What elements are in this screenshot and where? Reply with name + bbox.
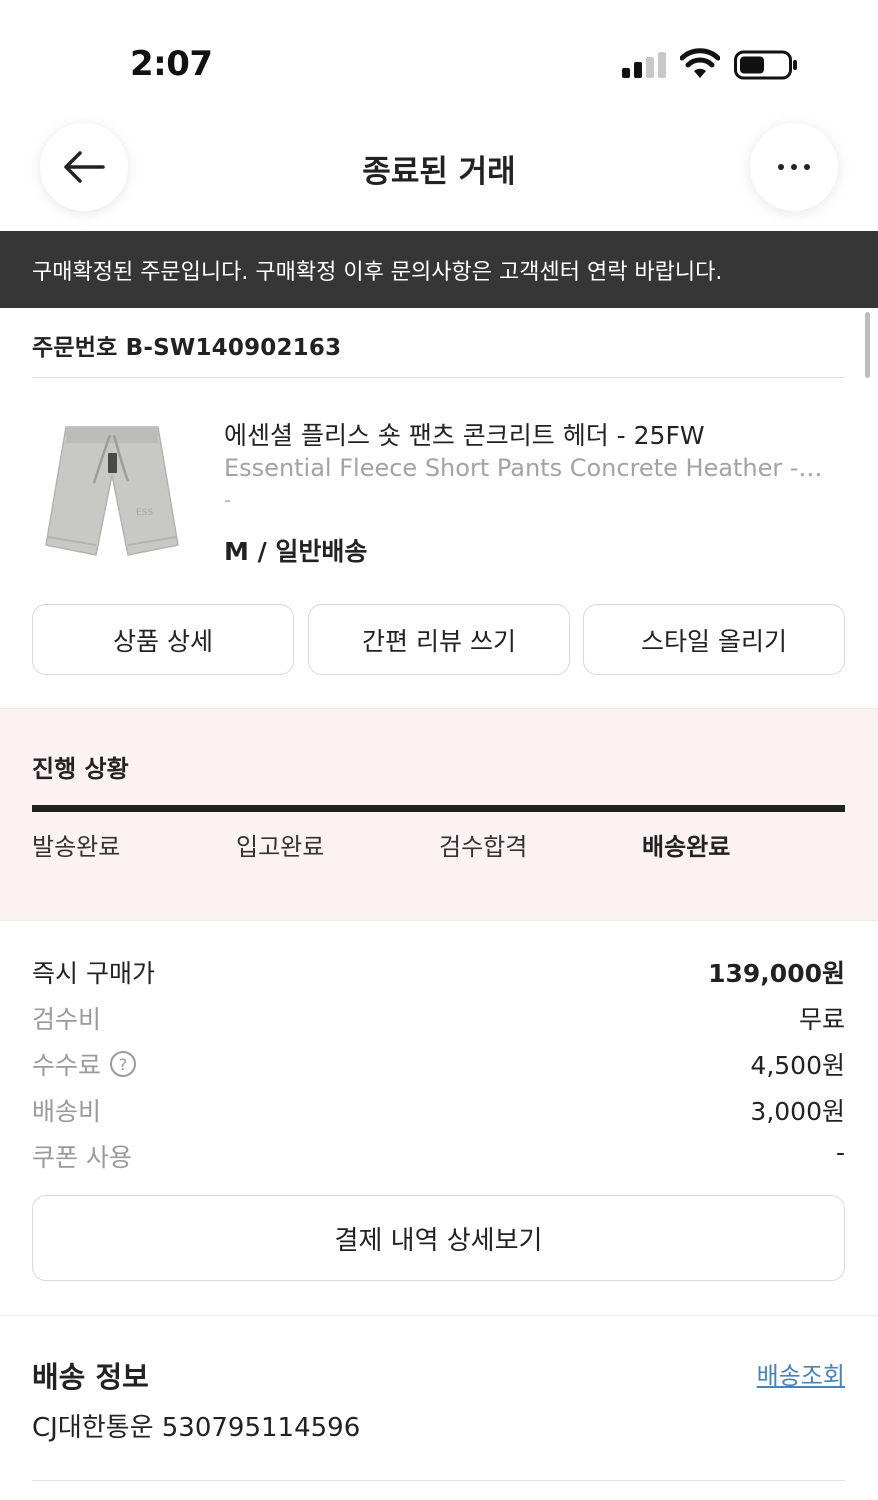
price-value-coupon: - <box>835 1138 845 1167</box>
price-label-coupon: 쿠폰 사용 <box>32 1143 132 1172</box>
divider <box>32 1480 845 1481</box>
price-value-shipping-fee: 3,000원 <box>750 1097 845 1126</box>
scrollbar[interactable] <box>865 312 870 378</box>
tracking-link[interactable]: 배송조회 <box>757 1356 845 1391</box>
progress-step-shipped: 발송완료 <box>32 833 121 861</box>
price-label-commission: 수수료 ? <box>32 1046 137 1082</box>
wifi-icon <box>680 48 720 78</box>
payment-details-button[interactable]: 결제 내역 상세보기 <box>32 1195 845 1281</box>
price-label-buy-now: 즉시 구매가 <box>32 959 155 988</box>
price-value-buy-now: 139,000원 <box>708 959 845 988</box>
product-image[interactable]: ESS <box>32 405 192 565</box>
progress-bar <box>32 805 845 812</box>
fleece-shorts-image: ESS <box>45 426 179 556</box>
product-subline: - <box>224 488 232 512</box>
question-circle-icon[interactable]: ? <box>109 1050 137 1078</box>
signal-icon <box>622 52 666 78</box>
divider <box>32 377 845 378</box>
shipping-info-title: 배송 정보 <box>32 1360 149 1394</box>
more-horizontal-icon <box>778 164 810 170</box>
progress-title: 진행 상황 <box>32 755 129 783</box>
notice-banner: 구매확정된 주문입니다. 구매확정 이후 문의사항은 고객센터 연락 바랍니다. <box>0 231 878 308</box>
price-value-inspection-fee: 무료 <box>798 1005 845 1034</box>
price-label-inspection-fee: 검수비 <box>32 1005 102 1034</box>
product-name-english[interactable]: Essential Fleece Short Pants Concrete He… <box>224 454 830 482</box>
product-detail-button[interactable]: 상품 상세 <box>32 604 294 675</box>
price-label-shipping-fee: 배송비 <box>32 1097 102 1126</box>
battery-icon <box>734 50 797 80</box>
status-time: 2:07 <box>130 44 213 84</box>
page-title: 종료된 거래 <box>362 154 516 190</box>
post-style-button[interactable]: 스타일 올리기 <box>583 604 845 675</box>
carrier-tracking-number: CJ대한통운 530795114596 <box>32 1413 361 1443</box>
svg-text:ESS: ESS <box>136 508 153 518</box>
status-bar: 2:07 <box>0 0 878 120</box>
progress-section: 진행 상황 발송완료 입고완료 검수합격 배송완료 <box>0 708 878 921</box>
product-name-korean[interactable]: 에센셜 플리스 숏 팬츠 콘크리트 헤더 - 25FW <box>224 416 705 452</box>
progress-step-delivered: 배송완료 <box>642 833 731 861</box>
nav-bar: 종료된 거래 <box>0 120 878 230</box>
quick-review-button[interactable]: 간편 리뷰 쓰기 <box>308 604 570 675</box>
product-option: M / 일반배송 <box>224 537 368 566</box>
progress-step-inspected: 검수합격 <box>439 833 528 861</box>
order-number: 주문번호 B-SW140902163 <box>32 335 342 361</box>
svg-text:?: ? <box>119 1055 128 1074</box>
progress-step-received: 입고완료 <box>236 833 325 861</box>
section-divider <box>0 1315 878 1316</box>
more-button[interactable] <box>750 123 838 211</box>
price-value-commission: 4,500원 <box>750 1051 845 1080</box>
